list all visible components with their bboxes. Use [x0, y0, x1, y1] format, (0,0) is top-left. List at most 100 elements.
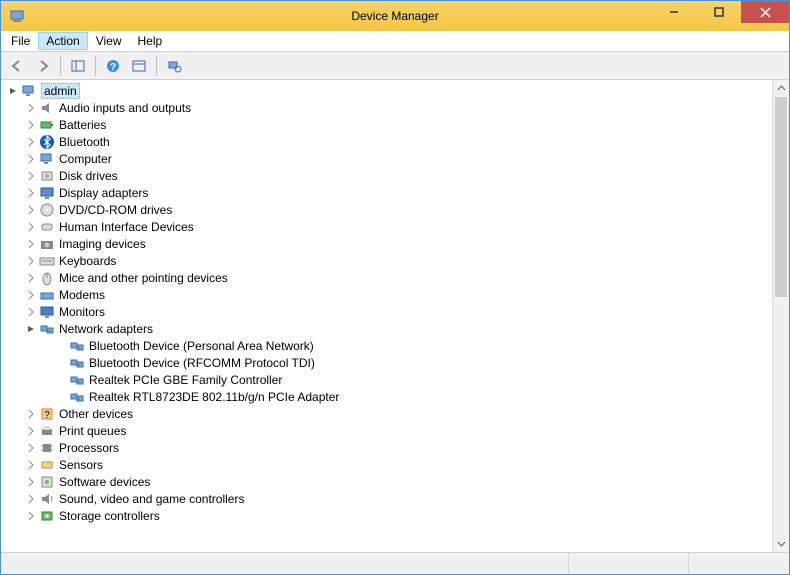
tree-node-label: Print queues — [59, 424, 126, 438]
tree-node[interactable]: Processors — [1, 439, 772, 456]
tree-node[interactable]: Disk drives — [1, 167, 772, 184]
toolbar-separator — [60, 56, 61, 76]
menu-help[interactable]: Help — [130, 32, 171, 50]
expand-icon[interactable] — [25, 510, 37, 522]
tree-node[interactable]: Audio inputs and outputs — [1, 99, 772, 116]
menu-view[interactable]: View — [88, 32, 130, 50]
tree-node[interactable]: Sound, video and game controllers — [1, 490, 772, 507]
tree-node[interactable]: Bluetooth Device (RFCOMM Protocol TDI) — [1, 354, 772, 371]
svg-text:?: ? — [44, 410, 50, 421]
tree-node-label: Processors — [59, 441, 119, 455]
menu-file[interactable]: File — [3, 32, 38, 50]
expand-icon[interactable] — [25, 493, 37, 505]
expand-icon[interactable] — [25, 187, 37, 199]
cpu-icon — [39, 440, 55, 456]
expand-icon[interactable] — [25, 306, 37, 318]
mouse-icon — [39, 270, 55, 286]
other-icon: ? — [39, 406, 55, 422]
tree-node[interactable]: Monitors — [1, 303, 772, 320]
tree-node[interactable]: Modems — [1, 286, 772, 303]
network-icon — [69, 372, 85, 388]
expander-spacer — [55, 391, 67, 403]
tree-node[interactable]: ? Other devices — [1, 405, 772, 422]
expand-icon[interactable] — [25, 289, 37, 301]
software-icon — [39, 474, 55, 490]
tree-root[interactable]: admin — [1, 82, 772, 99]
scan-button[interactable] — [162, 54, 186, 78]
help-button[interactable]: ? — [101, 54, 125, 78]
expand-icon[interactable] — [25, 442, 37, 454]
expand-icon[interactable] — [25, 255, 37, 267]
scroll-thumb[interactable] — [775, 97, 787, 297]
expand-icon[interactable] — [25, 221, 37, 233]
sound-icon — [39, 491, 55, 507]
tree-node[interactable]: Print queues — [1, 422, 772, 439]
tree-root-label: admin — [41, 83, 80, 99]
dvd-icon — [39, 202, 55, 218]
toolbar: ? — [1, 52, 789, 80]
tree-node-label: Bluetooth Device (Personal Area Network) — [89, 339, 314, 353]
network-icon — [69, 338, 85, 354]
menu-action[interactable]: Action — [38, 32, 87, 50]
maximize-button[interactable] — [696, 1, 741, 23]
collapse-icon[interactable] — [7, 85, 19, 97]
tree-node[interactable]: Software devices — [1, 473, 772, 490]
tree-node[interactable]: Batteries — [1, 116, 772, 133]
tree-node[interactable]: DVD/CD-ROM drives — [1, 201, 772, 218]
forward-button[interactable] — [31, 54, 55, 78]
tree-node[interactable]: Network adapters — [1, 320, 772, 337]
status-cell — [689, 553, 789, 574]
expand-icon[interactable] — [25, 408, 37, 420]
tree-node-label: Realtek RTL8723DE 802.11b/g/n PCIe Adapt… — [89, 390, 339, 404]
tree-node-label: Modems — [59, 288, 105, 302]
minimize-button[interactable] — [651, 1, 696, 23]
tree-node[interactable]: Keyboards — [1, 252, 772, 269]
tree-node[interactable]: Sensors — [1, 456, 772, 473]
expand-icon[interactable] — [25, 204, 37, 216]
computer-icon — [21, 83, 37, 99]
expand-icon[interactable] — [25, 170, 37, 182]
properties-button[interactable] — [127, 54, 151, 78]
tree-node-label: Display adapters — [59, 186, 148, 200]
expand-icon[interactable] — [25, 272, 37, 284]
expander-spacer — [55, 357, 67, 369]
scroll-up-button[interactable] — [773, 80, 789, 97]
close-button[interactable] — [741, 1, 789, 23]
tree-node-label: Batteries — [59, 118, 106, 132]
tree-node[interactable]: Realtek RTL8723DE 802.11b/g/n PCIe Adapt… — [1, 388, 772, 405]
tree-node[interactable]: Computer — [1, 150, 772, 167]
titlebar[interactable]: Device Manager — [1, 1, 789, 31]
modem-icon — [39, 287, 55, 303]
tree-node[interactable]: Bluetooth Device (Personal Area Network) — [1, 337, 772, 354]
status-cell — [1, 553, 569, 574]
tree-node[interactable]: Human Interface Devices — [1, 218, 772, 235]
expand-icon[interactable] — [25, 476, 37, 488]
expand-icon[interactable] — [25, 425, 37, 437]
vertical-scrollbar[interactable] — [772, 80, 789, 552]
expand-icon[interactable] — [25, 238, 37, 250]
expand-icon[interactable] — [25, 102, 37, 114]
computer-icon — [39, 151, 55, 167]
tree-node[interactable]: Bluetooth — [1, 133, 772, 150]
tree-node[interactable]: Storage controllers — [1, 507, 772, 524]
tree-node-label: Keyboards — [59, 254, 116, 268]
expand-icon[interactable] — [25, 136, 37, 148]
tree-node[interactable]: Realtek PCIe GBE Family Controller — [1, 371, 772, 388]
expand-icon[interactable] — [25, 459, 37, 471]
tree-node[interactable]: Imaging devices — [1, 235, 772, 252]
tree-node-label: Disk drives — [59, 169, 118, 183]
imaging-icon — [39, 236, 55, 252]
back-button[interactable] — [5, 54, 29, 78]
tree-node[interactable]: Mice and other pointing devices — [1, 269, 772, 286]
scroll-down-button[interactable] — [773, 535, 789, 552]
collapse-icon[interactable] — [25, 323, 37, 335]
expand-icon[interactable] — [25, 119, 37, 131]
status-cell — [569, 553, 689, 574]
device-tree[interactable]: admin Audio inputs and outputs Batteries… — [1, 80, 772, 552]
tree-node[interactable]: Display adapters — [1, 184, 772, 201]
hid-icon — [39, 219, 55, 235]
show-hide-tree-button[interactable] — [66, 54, 90, 78]
tree-node-label: Sound, video and game controllers — [59, 492, 244, 506]
expand-icon[interactable] — [25, 153, 37, 165]
tree-node-label: Imaging devices — [59, 237, 146, 251]
